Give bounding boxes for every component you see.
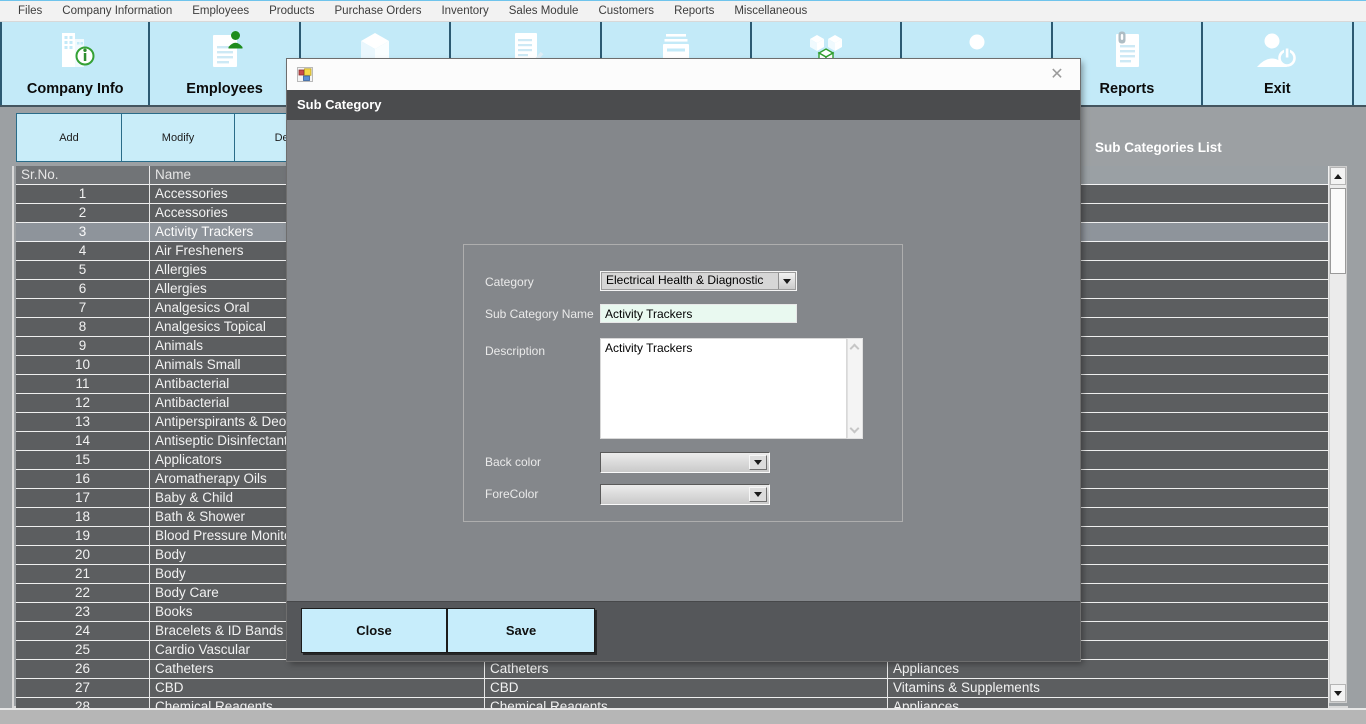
cell-name: CBD bbox=[150, 679, 485, 698]
cell-category: Appliances bbox=[888, 660, 1329, 679]
cell-name: Chemical Reagents bbox=[150, 698, 485, 708]
cell-srno: 19 bbox=[16, 527, 150, 546]
toolbar-label: Exit bbox=[1264, 81, 1291, 99]
menu-item-company-information[interactable]: Company Information bbox=[52, 1, 182, 22]
toolbar-label: Reports bbox=[1100, 81, 1155, 99]
cell-srno: 23 bbox=[16, 603, 150, 622]
back-color-dropdown[interactable] bbox=[600, 452, 770, 473]
category-label: Category bbox=[485, 275, 534, 289]
menu-bar: FilesCompany InformationEmployeesProduct… bbox=[0, 1, 1366, 22]
cell-srno: 5 bbox=[16, 261, 150, 280]
cell-srno: 12 bbox=[16, 394, 150, 413]
chevron-down-icon[interactable] bbox=[749, 487, 767, 502]
triangle-down-icon bbox=[1334, 691, 1342, 696]
toolbar-label: Employees bbox=[186, 81, 263, 99]
scroll-up-button[interactable] bbox=[1330, 167, 1346, 185]
sub-category-dialog: ✕ Sub Category Category Electrical Healt… bbox=[287, 59, 1080, 661]
cell-srno: 2 bbox=[16, 204, 150, 223]
toolbar-button-exit[interactable]: Exit bbox=[1203, 22, 1353, 105]
dialog-title: Sub Category bbox=[287, 90, 1080, 120]
status-strip bbox=[0, 708, 1366, 724]
menu-item-customers[interactable]: Customers bbox=[588, 1, 664, 22]
cell-srno: 10 bbox=[16, 356, 150, 375]
sub-categories-list-title: Sub Categories List bbox=[1095, 140, 1222, 155]
menu-item-miscellaneous[interactable]: Miscellaneous bbox=[724, 1, 817, 22]
cell-srno: 25 bbox=[16, 641, 150, 660]
employee-document-icon bbox=[150, 22, 298, 81]
cell-srno: 28 bbox=[16, 698, 150, 708]
scroll-down-button[interactable] bbox=[1330, 684, 1346, 702]
menu-item-inventory[interactable]: Inventory bbox=[431, 1, 498, 22]
menu-item-files[interactable]: Files bbox=[8, 1, 52, 22]
save-button[interactable]: Save bbox=[447, 608, 595, 653]
cell-srno: 27 bbox=[16, 679, 150, 698]
scrollbar-thumb[interactable] bbox=[1330, 188, 1346, 274]
triangle-up-icon bbox=[1334, 174, 1342, 179]
description-scrollbar[interactable] bbox=[847, 338, 863, 439]
cell-description: Chemical Reagents bbox=[485, 698, 888, 708]
toolbar-label: Company Info bbox=[27, 81, 124, 99]
cell-srno: 13 bbox=[16, 413, 150, 432]
cell-description: CBD bbox=[485, 679, 888, 698]
cell-srno: 8 bbox=[16, 318, 150, 337]
sub-category-name-input[interactable] bbox=[600, 304, 797, 323]
toolbar-filler bbox=[1354, 22, 1366, 105]
cell-srno: 7 bbox=[16, 299, 150, 318]
cell-srno: 6 bbox=[16, 280, 150, 299]
chevron-down-icon[interactable] bbox=[778, 273, 795, 289]
cell-srno: 14 bbox=[16, 432, 150, 451]
category-dropdown[interactable]: Electrical Health & Diagnostic bbox=[600, 271, 797, 291]
cell-category: Appliances bbox=[888, 698, 1329, 708]
cell-description: Catheters bbox=[485, 660, 888, 679]
category-dropdown-value: Electrical Health & Diagnostic bbox=[606, 273, 763, 287]
cell-name: Catheters bbox=[150, 660, 485, 679]
menu-item-sales-module[interactable]: Sales Module bbox=[499, 1, 589, 22]
cell-srno: 26 bbox=[16, 660, 150, 679]
fore-color-dropdown[interactable] bbox=[600, 484, 770, 505]
column-header-srno: Sr.No. bbox=[16, 166, 150, 185]
cell-srno: 18 bbox=[16, 508, 150, 527]
exit-power-icon bbox=[1203, 22, 1351, 81]
grid-vertical-scrollbar[interactable] bbox=[1329, 166, 1347, 703]
cell-srno: 24 bbox=[16, 622, 150, 641]
cell-srno: 1 bbox=[16, 185, 150, 204]
cell-srno: 20 bbox=[16, 546, 150, 565]
cell-category: Vitamins & Supplements bbox=[888, 679, 1329, 698]
cell-srno: 11 bbox=[16, 375, 150, 394]
cell-srno: 16 bbox=[16, 470, 150, 489]
table-row[interactable]: 27CBDCBDVitamins & Supplements bbox=[16, 679, 1329, 698]
form-window-icon bbox=[297, 67, 313, 82]
toolbar-button-employees[interactable]: Employees bbox=[150, 22, 300, 105]
description-textarea[interactable]: Activity Trackers bbox=[600, 338, 847, 439]
toolbar-button-company-info[interactable]: Company Info bbox=[0, 22, 150, 105]
cell-srno: 22 bbox=[16, 584, 150, 603]
table-row[interactable]: 28Chemical ReagentsChemical ReagentsAppl… bbox=[16, 698, 1329, 708]
dialog-header: Sub Category bbox=[287, 90, 1080, 120]
table-row[interactable]: 26CathetersCathetersAppliances bbox=[16, 660, 1329, 679]
cell-srno: 9 bbox=[16, 337, 150, 356]
modify-button[interactable]: Modify bbox=[122, 113, 235, 162]
add-button[interactable]: Add bbox=[16, 113, 122, 162]
cell-srno: 15 bbox=[16, 451, 150, 470]
cell-srno: 21 bbox=[16, 565, 150, 584]
chevron-down-icon[interactable] bbox=[749, 455, 767, 470]
fore-color-label: ForeColor bbox=[485, 487, 538, 501]
chevron-down-icon bbox=[850, 424, 860, 434]
close-icon[interactable]: ✕ bbox=[1046, 64, 1068, 86]
menu-item-reports[interactable]: Reports bbox=[664, 1, 724, 22]
back-color-label: Back color bbox=[485, 455, 541, 469]
menu-item-purchase-orders[interactable]: Purchase Orders bbox=[325, 1, 432, 22]
cell-srno: 17 bbox=[16, 489, 150, 508]
sub-category-name-label: Sub Category Name bbox=[485, 307, 594, 321]
application-window: { "menu_bar": { "items": ["Files", "Comp… bbox=[0, 0, 1366, 724]
menu-item-products[interactable]: Products bbox=[259, 1, 324, 22]
company-building-icon bbox=[2, 22, 148, 81]
description-label: Description bbox=[485, 344, 545, 358]
chevron-up-icon bbox=[850, 344, 860, 354]
cell-srno: 4 bbox=[16, 242, 150, 261]
close-button[interactable]: Close bbox=[301, 608, 447, 653]
menu-item-employees[interactable]: Employees bbox=[182, 1, 259, 22]
cell-srno: 3 bbox=[16, 223, 150, 242]
dialog-title-bar: ✕ bbox=[287, 59, 1080, 90]
